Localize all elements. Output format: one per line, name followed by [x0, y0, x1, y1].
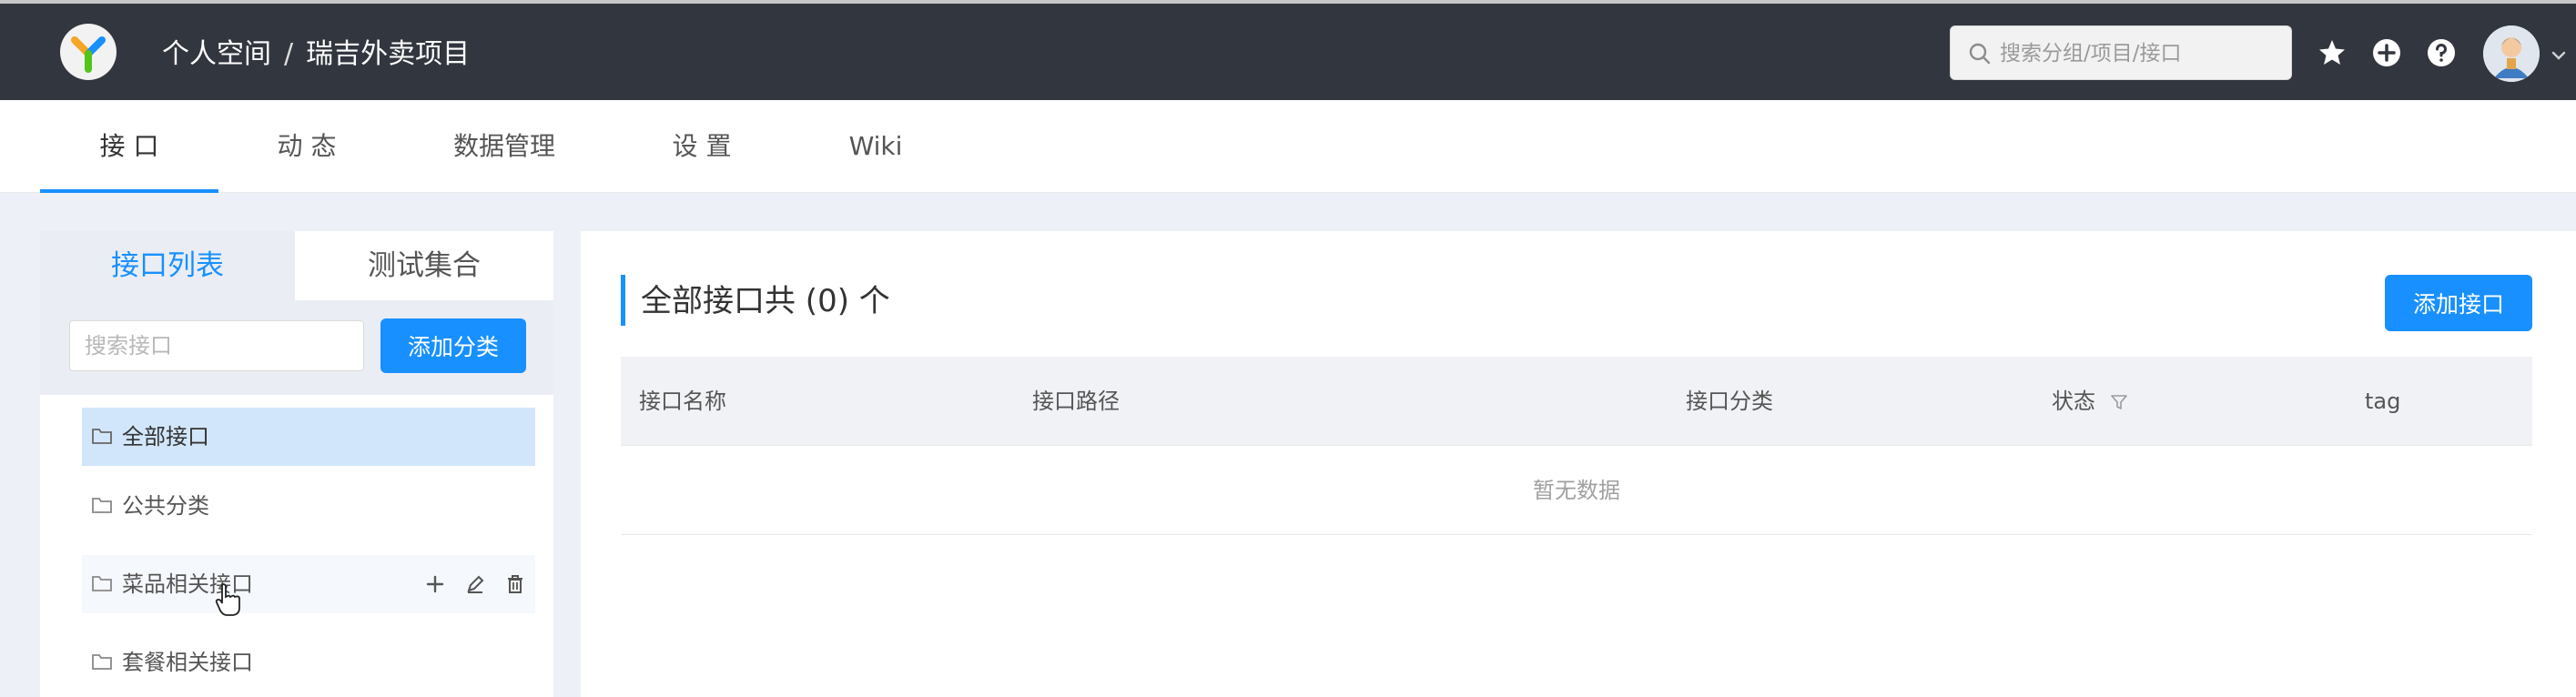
avatar-icon [2483, 25, 2540, 82]
column-header-status-wrap: 状态 [2052, 357, 2128, 446]
tab-test-collection[interactable]: 测试集合 [295, 231, 553, 300]
star-icon[interactable] [2316, 36, 2348, 69]
tab-data-management[interactable]: 数据管理 [431, 100, 577, 193]
title-accent-bar [621, 275, 625, 326]
breadcrumb-separator: / [284, 38, 294, 70]
category-label: 全部接口 [122, 424, 209, 450]
folder-icon [92, 429, 112, 444]
category-label: 套餐相关接口 [122, 650, 253, 675]
user-avatar[interactable] [2483, 25, 2540, 82]
breadcrumb-project[interactable]: 瑞吉外卖项目 [306, 38, 470, 70]
page-title: 全部接口共 (0) 个 [641, 283, 890, 319]
interface-main: 全部接口共 (0) 个 添加接口 接口名称 接口路径 接口分类 状态 tag 暂… [581, 231, 2576, 697]
category-item-dish[interactable]: 菜品相关接口 [82, 555, 535, 613]
add-category-button[interactable]: 添加分类 [380, 318, 526, 373]
sidebar-toolbar: 添加分类 [40, 300, 553, 395]
edit-icon[interactable] [464, 573, 486, 595]
interface-search-input[interactable] [69, 320, 364, 371]
category-item-public[interactable]: 公共分类 [82, 477, 535, 535]
delete-icon[interactable] [504, 573, 526, 595]
sidebar-tabs: 接口列表 测试集合 [40, 231, 553, 300]
active-tab-indicator [40, 189, 218, 193]
category-item-all[interactable]: 全部接口 [82, 408, 535, 466]
empty-state: 暂无数据 [621, 446, 2532, 535]
search-icon [1969, 43, 1991, 65]
add-circle-icon[interactable] [2370, 36, 2403, 69]
category-item-setmeal[interactable]: 套餐相关接口 [82, 633, 535, 692]
tab-settings[interactable]: 设 置 [634, 100, 770, 193]
column-header-name: 接口名称 [639, 389, 726, 414]
help-icon[interactable] [2425, 36, 2458, 69]
tab-wiki[interactable]: Wiki [812, 100, 939, 193]
folder-icon [92, 498, 112, 513]
project-nav: 接 口 动 态 数据管理 设 置 Wiki [0, 100, 2576, 193]
tab-activity[interactable]: 动 态 [238, 100, 375, 193]
interface-sidebar: 接口列表 测试集合 添加分类 全部接口 公共分类 菜品相关接口 套餐相关接口 [40, 231, 553, 697]
filter-icon[interactable] [2110, 393, 2128, 411]
column-header-category: 接口分类 [1686, 389, 1773, 414]
top-header: 个人空间 / 瑞吉外卖项目 [0, 0, 2576, 100]
tab-interface-list[interactable]: 接口列表 [40, 231, 295, 300]
column-header-tag: tag [2365, 389, 2401, 414]
chevron-down-icon[interactable] [2549, 45, 2569, 66]
tab-interface[interactable]: 接 口 [40, 100, 218, 193]
global-search[interactable] [1950, 25, 2292, 80]
add-interface-icon[interactable] [424, 573, 446, 595]
category-label: 公共分类 [122, 493, 209, 519]
logo-icon [61, 25, 116, 79]
category-label: 菜品相关接口 [122, 571, 253, 597]
interface-table-header: 接口名称 接口路径 接口分类 状态 tag [621, 357, 2532, 446]
breadcrumb: 个人空间 / 瑞吉外卖项目 [162, 36, 470, 73]
global-search-input[interactable] [2000, 34, 2273, 74]
column-header-status: 状态 [2052, 389, 2095, 414]
folder-icon [92, 576, 112, 591]
folder-icon [92, 654, 112, 670]
column-header-path: 接口路径 [1032, 389, 1120, 414]
yapi-logo[interactable] [60, 24, 117, 80]
breadcrumb-personal-space[interactable]: 个人空间 [162, 38, 271, 70]
add-interface-button[interactable]: 添加接口 [2385, 275, 2532, 331]
